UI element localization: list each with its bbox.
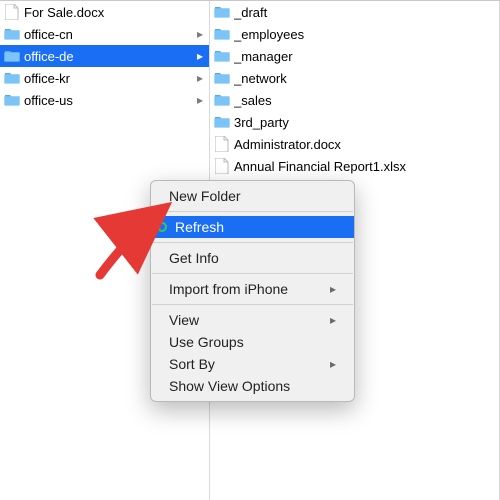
folder-row[interactable]: _draft — [210, 1, 499, 23]
context-menu: New Folder Refresh Get Info Import from … — [150, 180, 355, 402]
menu-sort-by[interactable]: Sort By ▸ — [151, 353, 354, 375]
chevron-right-icon: ▸ — [330, 282, 336, 296]
menu-label: Sort By — [169, 356, 215, 372]
menu-label: Show View Options — [169, 378, 290, 394]
menu-get-info[interactable]: Get Info — [151, 247, 354, 269]
menu-separator — [152, 273, 353, 274]
folder-row-office-cn[interactable]: office-cn ▸ — [0, 23, 209, 45]
refresh-icon — [155, 220, 169, 234]
chevron-right-icon: ▸ — [197, 71, 203, 85]
folder-label: _employees — [234, 27, 493, 42]
menu-label: New Folder — [169, 188, 241, 204]
menu-use-groups[interactable]: Use Groups — [151, 331, 354, 353]
folder-row-office-kr[interactable]: office-kr ▸ — [0, 67, 209, 89]
folder-icon — [214, 48, 230, 64]
menu-refresh[interactable]: Refresh — [151, 216, 354, 238]
menu-separator — [152, 211, 353, 212]
folder-row-office-us[interactable]: office-us ▸ — [0, 89, 209, 111]
menu-label: Import from iPhone — [169, 281, 288, 297]
file-row[interactable]: Administrator.docx — [210, 133, 499, 155]
folder-icon — [214, 70, 230, 86]
file-row[interactable]: Annual Financial Report1.xlsx — [210, 155, 499, 177]
chevron-right-icon: ▸ — [330, 357, 336, 371]
folder-label: office-kr — [24, 71, 193, 86]
chevron-right-icon: ▸ — [197, 27, 203, 41]
folder-icon — [214, 92, 230, 108]
menu-view[interactable]: View ▸ — [151, 309, 354, 331]
folder-icon — [4, 48, 20, 64]
folder-label: office-cn — [24, 27, 193, 42]
file-label: For Sale.docx — [24, 5, 203, 20]
docx-icon — [214, 136, 230, 152]
folder-row[interactable]: _employees — [210, 23, 499, 45]
file-label: Annual Financial Report1.xlsx — [234, 159, 493, 174]
menu-label: Get Info — [169, 250, 219, 266]
folder-label: office-us — [24, 93, 193, 108]
folder-row[interactable]: _network — [210, 67, 499, 89]
menu-label: View — [169, 312, 199, 328]
folder-row[interactable]: _manager — [210, 45, 499, 67]
xlsx-icon — [214, 158, 230, 174]
menu-new-folder[interactable]: New Folder — [151, 185, 354, 207]
file-row[interactable]: For Sale.docx — [0, 1, 209, 23]
folder-icon — [4, 92, 20, 108]
folder-row[interactable]: _sales — [210, 89, 499, 111]
menu-separator — [152, 304, 353, 305]
folder-icon — [4, 26, 20, 42]
menu-label: Use Groups — [169, 334, 244, 350]
folder-row[interactable]: 3rd_party — [210, 111, 499, 133]
folder-label: 3rd_party — [234, 115, 493, 130]
folder-label: _draft — [234, 5, 493, 20]
menu-label: Refresh — [175, 219, 224, 235]
folder-icon — [4, 70, 20, 86]
folder-label: _sales — [234, 93, 493, 108]
folder-label: office-de — [24, 49, 193, 64]
chevron-right-icon: ▸ — [197, 93, 203, 107]
chevron-right-icon: ▸ — [197, 49, 203, 63]
chevron-right-icon: ▸ — [330, 313, 336, 327]
folder-label: _manager — [234, 49, 493, 64]
menu-import-iphone[interactable]: Import from iPhone ▸ — [151, 278, 354, 300]
folder-row-office-de[interactable]: office-de ▸ — [0, 45, 209, 67]
folder-icon — [214, 26, 230, 42]
menu-show-view-options[interactable]: Show View Options — [151, 375, 354, 397]
menu-separator — [152, 242, 353, 243]
file-label: Administrator.docx — [234, 137, 493, 152]
folder-label: _network — [234, 71, 493, 86]
docx-icon — [4, 4, 20, 20]
folder-icon — [214, 4, 230, 20]
folder-icon — [214, 114, 230, 130]
